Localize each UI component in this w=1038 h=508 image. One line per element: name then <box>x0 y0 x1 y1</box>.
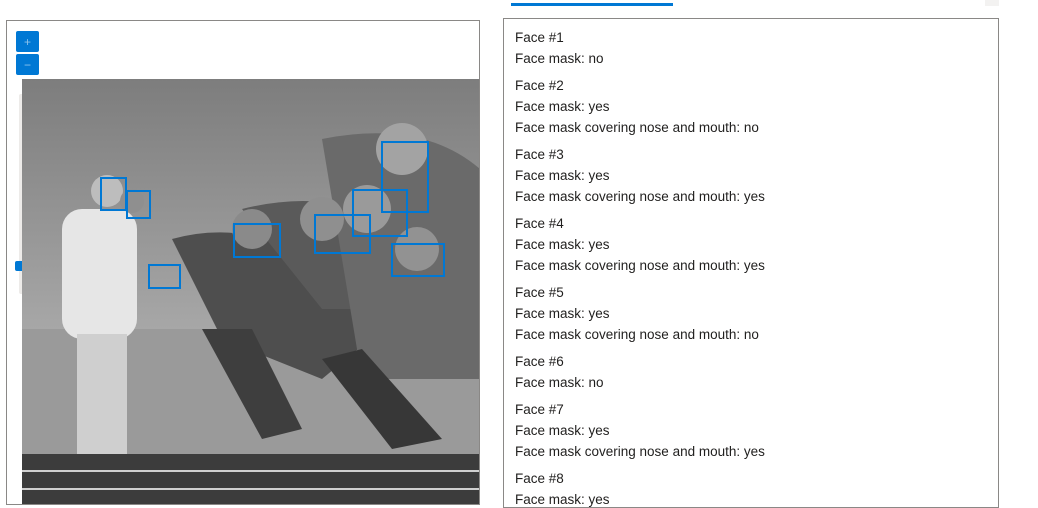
face-mask-covering-status: Face mask covering nose and mouth: yes <box>515 258 765 273</box>
minus-icon: − <box>23 57 31 72</box>
face-title: Face #4 <box>515 216 564 231</box>
zoom-in-button[interactable]: + <box>16 31 39 52</box>
photo-canvas <box>22 79 479 504</box>
face-title: Face #2 <box>515 78 564 93</box>
face-mask-covering-status: Face mask covering nose and mouth: no <box>515 120 759 135</box>
face-result-2: Face #2 Face mask: yes Face mask coverin… <box>515 75 998 138</box>
face-mask-status: Face mask: yes <box>515 237 610 252</box>
face-result-4: Face #4 Face mask: yes Face mask coverin… <box>515 213 998 276</box>
face-mask-status: Face mask: yes <box>515 168 610 183</box>
face-result-8: Face #8 Face mask: yes <box>515 468 998 507</box>
face-title: Face #5 <box>515 285 564 300</box>
face-results-panel[interactable]: Face #1 Face mask: no Face #2 Face mask:… <box>503 18 999 508</box>
face-title: Face #7 <box>515 402 564 417</box>
image-viewer: + − <box>6 20 480 505</box>
zoom-out-button[interactable]: − <box>16 54 39 75</box>
face-mask-status: Face mask: yes <box>515 423 610 438</box>
face-title: Face #1 <box>515 30 564 45</box>
face-mask-covering-status: Face mask covering nose and mouth: no <box>515 327 759 342</box>
face-result-1: Face #1 Face mask: no <box>515 27 998 69</box>
face-mask-status: Face mask: yes <box>515 99 610 114</box>
face-mask-status: Face mask: yes <box>515 306 610 321</box>
face-mask-covering-status: Face mask covering nose and mouth: yes <box>515 189 765 204</box>
active-tab-indicator <box>511 3 673 6</box>
face-result-6: Face #6 Face mask: no <box>515 351 998 393</box>
face-result-7: Face #7 Face mask: yes Face mask coverin… <box>515 399 998 462</box>
face-result-3: Face #3 Face mask: yes Face mask coverin… <box>515 144 998 207</box>
analyzed-photo <box>22 79 479 504</box>
face-mask-status: Face mask: no <box>515 375 604 390</box>
face-title: Face #8 <box>515 471 564 486</box>
face-title: Face #6 <box>515 354 564 369</box>
face-title: Face #3 <box>515 147 564 162</box>
face-result-5: Face #5 Face mask: yes Face mask coverin… <box>515 282 998 345</box>
face-mask-status: Face mask: no <box>515 51 604 66</box>
scroll-corner <box>985 0 999 6</box>
face-mask-covering-status: Face mask covering nose and mouth: yes <box>515 444 765 459</box>
plus-icon: + <box>23 34 31 49</box>
